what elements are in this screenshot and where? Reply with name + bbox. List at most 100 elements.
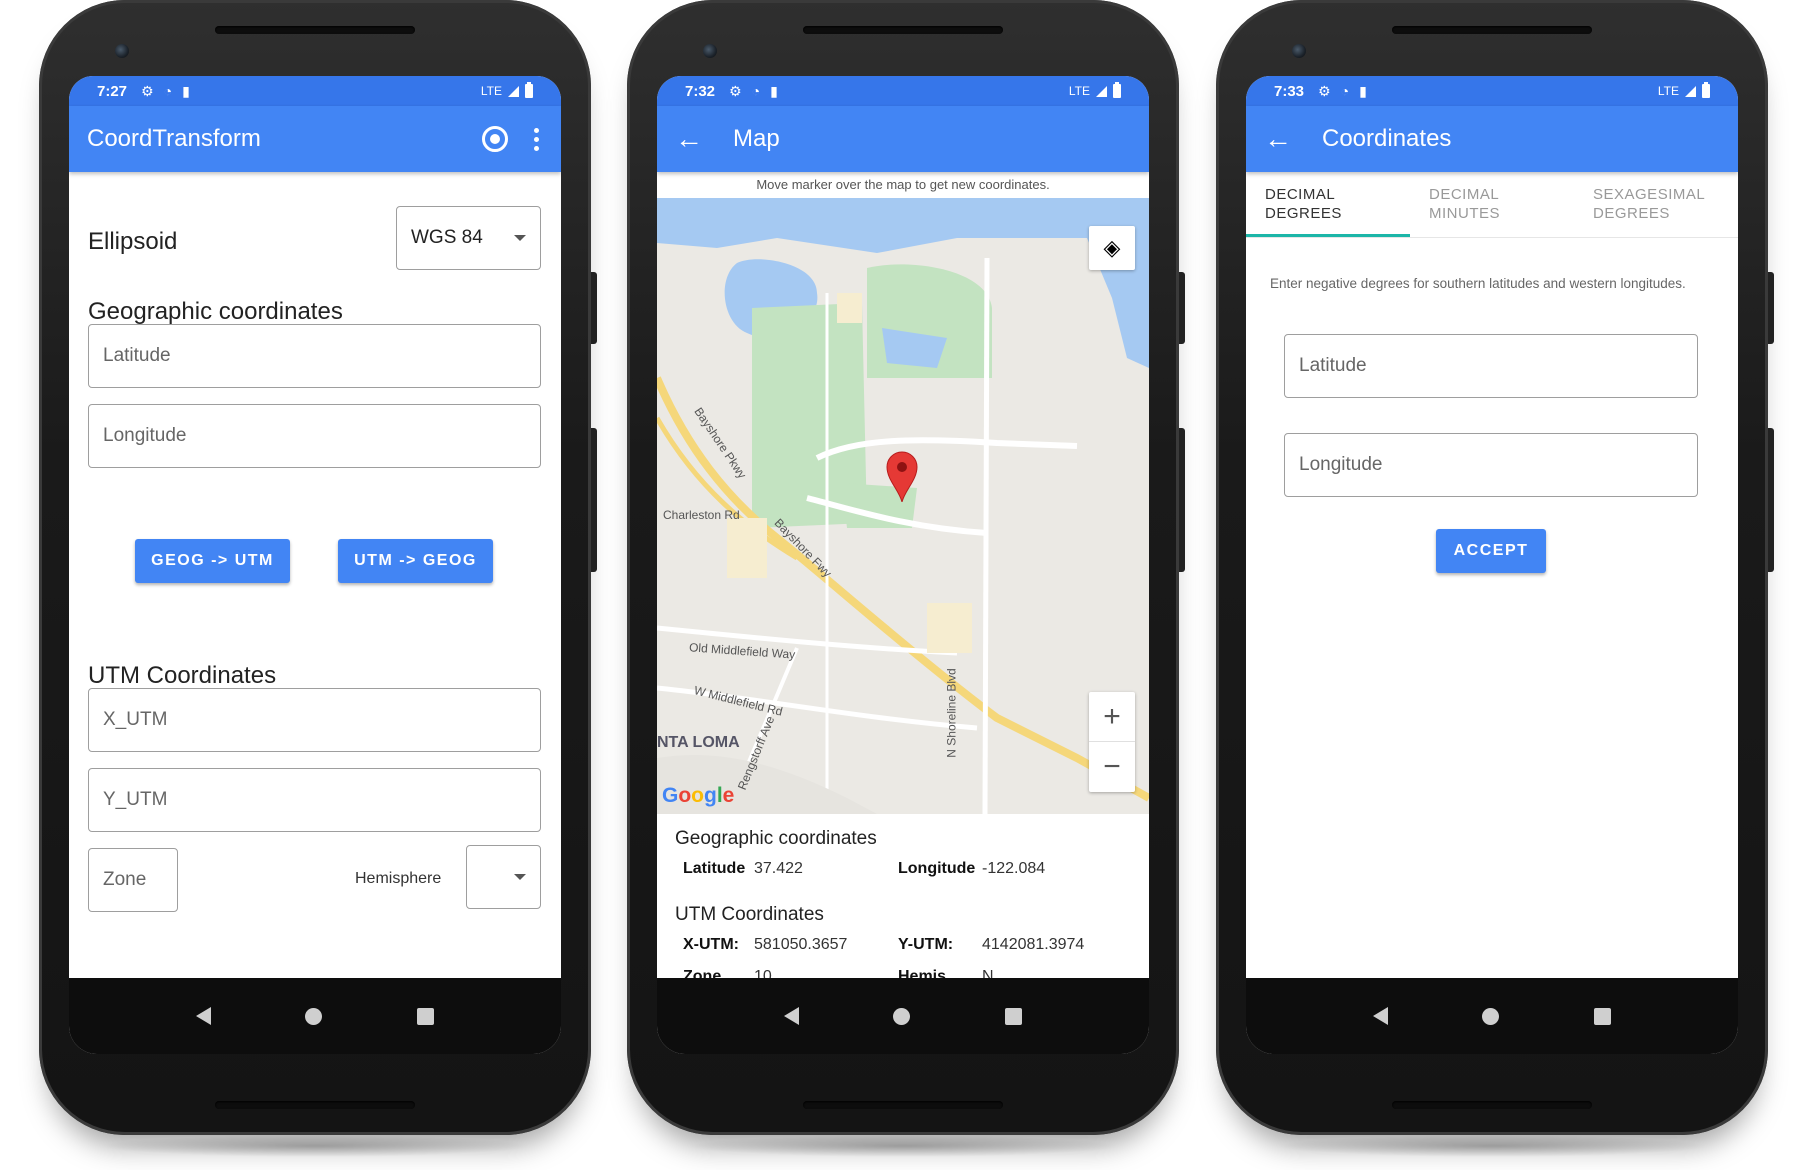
geog-to-utm-button[interactable]: GEOG -> UTM xyxy=(135,539,290,583)
phone-3: 7:33 ⚙ ◔ ▮ LTE ← Coordinates DECIMAL DEG… xyxy=(1216,0,1774,1157)
longitude-value: -122.084 xyxy=(982,860,1046,877)
map-marker-icon[interactable] xyxy=(885,450,919,502)
x-utm-value: 581050.3657 xyxy=(754,936,848,953)
nav-back-icon[interactable] xyxy=(1373,1007,1389,1025)
wifi-icon: ◔ xyxy=(1340,83,1350,99)
power-button xyxy=(1179,272,1185,344)
volume-button xyxy=(1179,428,1185,572)
hemisphere-select[interactable] xyxy=(466,845,541,909)
power-button xyxy=(591,272,597,344)
geographic-heading: Geographic coordinates xyxy=(88,298,343,325)
battery-icon xyxy=(1702,82,1710,98)
dropdown-caret-icon xyxy=(514,235,526,241)
my-location-icon[interactable] xyxy=(482,126,508,152)
x-utm-key: X-UTM: xyxy=(683,936,739,953)
system-nav-bar xyxy=(69,978,561,1054)
app-bar-actions xyxy=(482,126,543,152)
gear-icon: ⚙ xyxy=(1318,82,1331,99)
y-utm-value: 4142081.3974 xyxy=(982,936,1085,953)
zoom-controls: + − xyxy=(1089,692,1135,792)
app-title: Map xyxy=(733,125,780,152)
system-nav-bar xyxy=(1246,978,1738,1054)
instructions-note: Enter negative degrees for southern lati… xyxy=(1270,276,1686,291)
map-view[interactable]: Bayshore Pkwy Charleston Rd Bayshore Fwy… xyxy=(657,198,1149,814)
map-hint: Move marker over the map to get new coor… xyxy=(657,172,1149,198)
nav-recents-icon[interactable] xyxy=(1004,1007,1022,1025)
network-label: LTE xyxy=(480,84,502,98)
nav-back-icon[interactable] xyxy=(784,1007,800,1025)
longitude-input[interactable]: Longitude xyxy=(88,404,541,468)
y-utm-key: Y-UTM: xyxy=(898,936,954,953)
nav-recents-icon[interactable] xyxy=(1593,1007,1611,1025)
status-right: LTE xyxy=(1657,82,1710,98)
ellipsoid-value: WGS 84 xyxy=(411,227,483,248)
status-right: LTE xyxy=(1068,82,1121,98)
latitude-input[interactable]: Latitude xyxy=(1284,334,1698,398)
signal-icon xyxy=(1685,85,1696,97)
status-bar: 7:27 ⚙ ◔ ▮ LTE xyxy=(69,76,561,106)
stage: 7:27 ⚙ ◔ ▮ LTE CoordTransform Ellipsoid xyxy=(0,0,1800,1170)
overflow-menu-icon[interactable] xyxy=(530,127,543,151)
zoom-out-button[interactable]: − xyxy=(1089,742,1135,792)
app-title: Coordinates xyxy=(1322,125,1452,152)
tab-label-line2: DEGREES xyxy=(1593,205,1670,222)
nav-back-icon[interactable] xyxy=(196,1007,212,1025)
network-label: LTE xyxy=(1068,84,1090,98)
tab-label-line2: MINUTES xyxy=(1429,205,1500,222)
zoom-in-button[interactable]: + xyxy=(1089,692,1135,742)
tab-decimal-degrees[interactable]: DECIMAL DEGREES xyxy=(1246,172,1410,237)
nav-home-icon[interactable] xyxy=(305,1007,323,1025)
ellipsoid-label: Ellipsoid xyxy=(88,228,178,255)
latitude-value: 37.422 xyxy=(754,860,803,877)
hemisphere-label: Hemisphere xyxy=(355,870,442,887)
y-utm-input[interactable]: Y_UTM xyxy=(88,768,541,832)
app-bar: ← Map xyxy=(657,106,1149,172)
signal-icon xyxy=(508,85,519,97)
earpiece xyxy=(1392,26,1592,34)
screen-map: 7:32 ⚙ ◔ ▮ LTE ← Map Move marker over th… xyxy=(657,76,1149,1054)
layers-icon: ◈ xyxy=(1103,235,1121,260)
screen-main: 7:27 ⚙ ◔ ▮ LTE CoordTransform Ellipsoid xyxy=(69,76,561,1054)
tab-decimal-minutes[interactable]: DECIMAL MINUTES xyxy=(1410,172,1574,237)
network-label: LTE xyxy=(1657,84,1679,98)
status-time: 7:32 xyxy=(685,82,716,100)
back-arrow-icon[interactable]: ← xyxy=(675,123,733,155)
utm-coords-title: UTM Coordinates xyxy=(675,904,824,925)
front-camera xyxy=(1292,44,1306,58)
layers-button[interactable]: ◈ xyxy=(1089,226,1135,270)
latitude-input[interactable]: Latitude xyxy=(88,324,541,388)
status-time: 7:27 xyxy=(97,82,128,100)
nav-home-icon[interactable] xyxy=(1482,1007,1500,1025)
app-bar: ← Coordinates xyxy=(1246,106,1738,172)
main-content: Ellipsoid WGS 84 Geographic coordinates … xyxy=(69,172,561,978)
back-arrow-icon[interactable]: ← xyxy=(1264,123,1322,155)
tab-sexagesimal-degrees[interactable]: SEXAGESIMAL DEGREES xyxy=(1574,172,1738,237)
utm-heading: UTM Coordinates xyxy=(88,662,277,689)
system-nav-bar xyxy=(657,978,1149,1054)
tab-label-line1: SEXAGESIMAL xyxy=(1593,186,1706,203)
x-utm-input[interactable]: X_UTM xyxy=(88,688,541,752)
nav-recents-icon[interactable] xyxy=(416,1007,434,1025)
app-bar: CoordTransform xyxy=(69,106,561,172)
street-label-charleston-rd: Charleston Rd xyxy=(663,508,740,522)
geo-coords-title: Geographic coordinates xyxy=(675,828,877,849)
tab-label-line1: DECIMAL xyxy=(1265,186,1336,203)
utm-to-geog-button[interactable]: UTM -> GEOG xyxy=(338,539,493,583)
accept-button[interactable]: ACCEPT xyxy=(1436,529,1546,573)
app-title: CoordTransform xyxy=(87,125,261,152)
sd-card-icon: ▮ xyxy=(770,82,778,99)
latitude-key: Latitude xyxy=(683,860,746,877)
tab-bar: DECIMAL DEGREES DECIMAL MINUTES SEXAGESI… xyxy=(1246,172,1738,238)
zone-input[interactable]: Zone xyxy=(88,848,178,912)
longitude-input[interactable]: Longitude xyxy=(1284,433,1698,497)
wifi-icon: ◔ xyxy=(751,83,761,99)
map-canvas xyxy=(657,198,1149,814)
battery-icon xyxy=(1113,82,1121,98)
longitude-key: Longitude xyxy=(898,860,976,877)
phone-2: 7:32 ⚙ ◔ ▮ LTE ← Map Move marker over th… xyxy=(627,0,1185,1157)
tab-label-line1: DECIMAL xyxy=(1429,186,1500,203)
ellipsoid-select[interactable]: WGS 84 xyxy=(396,206,541,270)
gear-icon: ⚙ xyxy=(729,82,742,99)
nav-home-icon[interactable] xyxy=(893,1007,911,1025)
google-logo: Google xyxy=(662,784,735,807)
